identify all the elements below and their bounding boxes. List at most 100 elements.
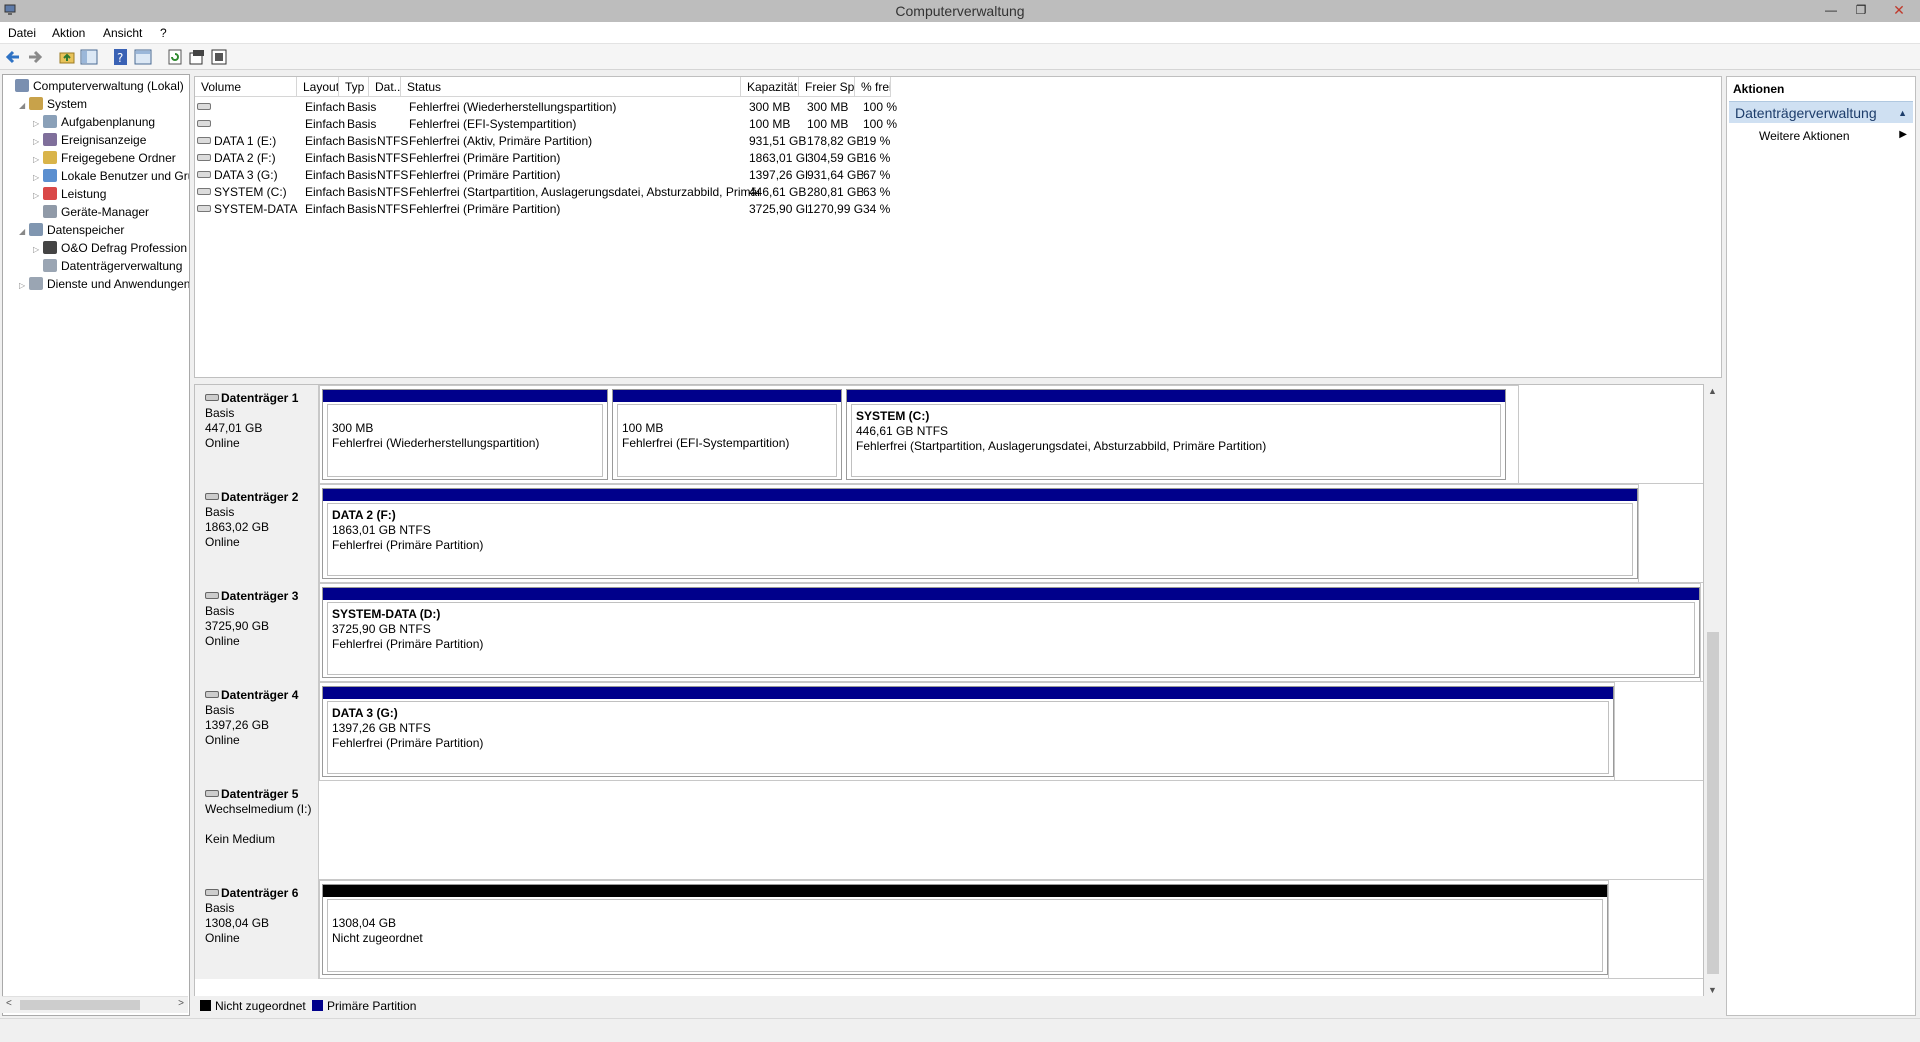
table-cell[interactable]: SYSTEM (C:) (197, 184, 299, 201)
up-folder-icon[interactable] (58, 48, 76, 66)
tree-item[interactable]: ▷ Ereignisanzeige (33, 132, 146, 149)
disk-info[interactable]: Datenträger 5 Wechselmedium (I:) Kein Med… (195, 781, 319, 880)
column-header[interactable]: Dat... (369, 77, 401, 97)
table-cell: 1863,01 GB (749, 150, 807, 167)
column-header[interactable]: Freier Sp... (799, 77, 855, 97)
expand-arrow-icon[interactable]: ▷ (33, 241, 43, 258)
show-console-icon[interactable] (134, 48, 152, 66)
disk-info[interactable]: Datenträger 2 Basis 1863,02 GB Online (195, 484, 319, 583)
refresh-icon[interactable] (166, 48, 184, 66)
expand-arrow-icon[interactable]: ▷ (33, 187, 43, 204)
action-more-actions[interactable]: Weitere Aktionen (1759, 129, 1850, 143)
menu-ansicht[interactable]: Ansicht (103, 26, 142, 40)
tree-item[interactable]: ▷ Aufgabenplanung (33, 114, 155, 131)
tree-item[interactable]: ▷ Freigegebene Ordner (33, 150, 176, 167)
partition-status: Fehlerfrei (Wiederherstellungspartition) (332, 436, 540, 450)
disk-type: Basis (205, 604, 235, 618)
tree-item[interactable]: ▷ Leistung (33, 186, 106, 203)
partition-title: DATA 2 (F:) (332, 508, 396, 522)
disk-name-label: Datenträger 1 (221, 391, 299, 405)
disk-info[interactable]: Datenträger 1 Basis 447,01 GB Online (195, 385, 319, 484)
tree-item[interactable]: ◢ Datenspeicher (19, 222, 124, 239)
expand-arrow-icon[interactable]: ▷ (33, 133, 43, 150)
partition[interactable]: 100 MB Fehlerfrei (EFI-Systempartition) (612, 389, 842, 480)
submenu-arrow-icon[interactable]: ▶ (1899, 129, 1907, 140)
partition-details: SYSTEM (C:) 446,61 GB NTFS Fehlerfrei (Sta… (851, 404, 1501, 477)
scroll-right-icon[interactable]: > (178, 998, 184, 1009)
scroll-down-icon[interactable]: ▼ (1708, 985, 1717, 995)
table-cell: Einfach (305, 116, 347, 133)
disk-info[interactable]: Datenträger 6 Basis 1308,04 GB Online (195, 880, 319, 979)
column-header[interactable]: Layout (297, 77, 339, 97)
table-cell[interactable]: DATA 2 (F:) (197, 150, 299, 167)
table-cell[interactable]: DATA 1 (E:) (197, 133, 299, 150)
disk-name: Datenträger 2 (205, 490, 318, 505)
cell-text: Einfach (305, 168, 346, 182)
table-cell[interactable] (197, 116, 299, 133)
drive-icon (197, 188, 211, 195)
expand-arrow-icon[interactable]: ▷ (33, 169, 43, 186)
partition[interactable]: SYSTEM (C:) 446,61 GB NTFS Fehlerfrei (Sta… (846, 389, 1506, 480)
disk-view-vertical-scrollbar[interactable]: ▲ ▼ (1704, 384, 1722, 997)
forward-arrow-icon[interactable] (26, 48, 44, 66)
tree-item[interactable]: ▷ Dienste und Anwendungen (19, 276, 189, 294)
column-header[interactable]: Status (401, 77, 741, 97)
collapse-icon[interactable]: ▲ (1898, 102, 1907, 124)
tree-item[interactable]: Geräte-Manager (33, 204, 149, 221)
table-cell: 67 % (863, 167, 899, 184)
expand-arrow-icon[interactable]: ▷ (33, 115, 43, 132)
table-cell: 3725,90 GB (749, 201, 807, 218)
column-header[interactable]: Volume (195, 77, 297, 97)
tree-item[interactable]: Computerverwaltung (Lokal) (5, 78, 184, 95)
restore-button[interactable]: ❐ (1846, 0, 1876, 20)
menu-help[interactable]: ? (160, 26, 167, 40)
help-icon[interactable]: ? (112, 48, 130, 66)
table-cell[interactable]: SYSTEM-DATA (D:) (197, 201, 299, 218)
table-cell[interactable]: DATA 3 (G:) (197, 167, 299, 184)
scroll-up-icon[interactable]: ▲ (1708, 386, 1717, 396)
properties-icon[interactable] (188, 48, 206, 66)
scroll-left-icon[interactable]: < (6, 998, 12, 1009)
tree-item[interactable]: ▷ O&O Defrag Profession (33, 240, 187, 257)
expand-arrow-icon[interactable]: ◢ (19, 223, 29, 240)
tree-horizontal-scrollbar[interactable]: < > (2, 996, 188, 1013)
scroll-thumb[interactable] (1707, 632, 1719, 974)
scroll-thumb[interactable] (20, 1000, 140, 1010)
back-arrow-icon[interactable] (4, 48, 22, 66)
column-header[interactable]: % frei (855, 77, 891, 97)
menu-datei[interactable]: Datei (8, 26, 36, 40)
show-tree-icon[interactable] (80, 48, 98, 66)
partition[interactable]: 300 MB Fehlerfrei (Wiederherstellungspart… (322, 389, 608, 480)
legend-primary: Primäre Partition (312, 996, 416, 1016)
cell-text: Fehlerfrei (Aktiv, Primäre Partition) (409, 134, 593, 148)
table-cell: 931,64 GB (807, 167, 863, 184)
close-button[interactable]: ✕ (1880, 0, 1918, 20)
tree-item[interactable]: ◢ System (19, 96, 87, 113)
table-cell[interactable] (197, 99, 299, 116)
expand-arrow-icon[interactable]: ▷ (19, 277, 29, 294)
local-users-icon (43, 169, 57, 182)
export-icon[interactable] (210, 48, 228, 66)
actions-section-disk-management[interactable]: Datenträgerverwaltung ▲ (1729, 101, 1913, 123)
table-cell: Basis (347, 150, 377, 167)
disk-info[interactable]: Datenträger 4 Basis 1397,26 GB Online (195, 682, 319, 781)
partition-details: DATA 3 (G:) 1397,26 GB NTFS Fehlerfrei (Pr… (327, 701, 1609, 774)
expand-arrow-icon[interactable]: ◢ (19, 97, 29, 114)
partition[interactable]: DATA 3 (G:) 1397,26 GB NTFS Fehlerfrei (Pr… (322, 686, 1614, 777)
minimize-button[interactable]: — (1816, 0, 1846, 20)
tree-item[interactable]: Datenträgerverwaltung (33, 258, 182, 275)
partition[interactable]: SYSTEM-DATA (D:) 3725,90 GB NTFS Fehlerfre… (322, 587, 1700, 678)
table-cell: 446,61 GB (749, 184, 807, 201)
partition[interactable]: 1308,04 GB Nicht zugeordnet (322, 884, 1608, 975)
tree-item[interactable]: ▷ Lokale Benutzer und Gru (33, 168, 189, 186)
column-header[interactable]: Typ (339, 77, 369, 97)
disk-name: Datenträger 5 (205, 787, 318, 802)
expand-arrow-icon[interactable]: ▷ (33, 151, 43, 168)
column-header[interactable]: Kapazität (741, 77, 799, 97)
table-cell: NTFS (377, 150, 409, 167)
table-cell: 304,59 GB (807, 150, 863, 167)
partition[interactable]: DATA 2 (F:) 1863,01 GB NTFS Fehlerfrei (Pr… (322, 488, 1638, 579)
disk-info[interactable]: Datenträger 3 Basis 3725,90 GB Online (195, 583, 319, 682)
menu-aktion[interactable]: Aktion (52, 26, 85, 40)
table-cell: Basis (347, 116, 377, 133)
